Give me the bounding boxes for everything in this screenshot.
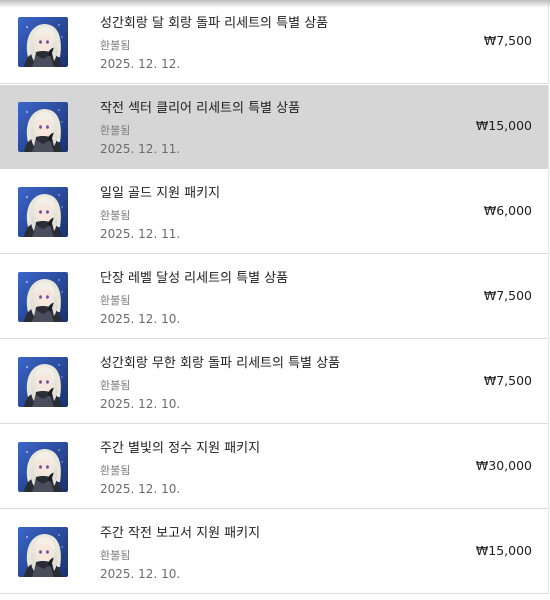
item-thumbnail [18, 102, 68, 152]
refund-status: 환불됨 [100, 39, 131, 52]
game-character-avatar-icon [18, 527, 68, 577]
refund-status: 환불됨 [100, 124, 131, 137]
purchase-date: 2025. 12. 10. [100, 567, 181, 581]
purchase-date: 2025. 12. 10. [100, 482, 181, 496]
item-price: ₩7,500 [483, 288, 532, 303]
item-thumbnail [18, 272, 68, 322]
item-title: 일일 골드 지원 패키지 [100, 186, 221, 201]
item-thumbnail [18, 17, 68, 67]
purchase-row[interactable]: 주간 별빛의 정수 지원 패키지 환불됨 2025. 12. 10. ₩30,0… [0, 425, 549, 509]
game-character-avatar-icon [18, 102, 68, 152]
top-scroll-shadow [0, 0, 550, 8]
game-character-avatar-icon [18, 17, 68, 67]
item-title: 단장 레벨 달성 리세트의 특별 상품 [100, 271, 289, 286]
purchase-row[interactable]: 성간회랑 달 회랑 돌파 리세트의 특별 상품 환불됨 2025. 12. 12… [0, 0, 549, 84]
item-title: 성간회랑 달 회랑 돌파 리세트의 특별 상품 [100, 16, 329, 31]
purchase-row[interactable]: 작전 섹터 클리어 리세트의 특별 상품 환불됨 2025. 12. 11. ₩… [0, 85, 549, 169]
purchase-row[interactable]: 일일 골드 지원 패키지 환불됨 2025. 12. 11. ₩6,000 [0, 170, 549, 254]
item-price: ₩15,000 [475, 543, 532, 558]
purchase-row[interactable]: 주간 작전 보고서 지원 패키지 환불됨 2025. 12. 10. ₩15,0… [0, 510, 549, 594]
item-price: ₩15,000 [475, 118, 532, 133]
purchase-date: 2025. 12. 11. [100, 142, 181, 156]
purchase-row[interactable]: 단장 레벨 달성 리세트의 특별 상품 환불됨 2025. 12. 10. ₩7… [0, 255, 549, 339]
item-title: 성간회랑 무한 회랑 돌파 리세트의 특별 상품 [100, 356, 341, 371]
item-title: 작전 섹터 클리어 리세트의 특별 상품 [100, 101, 301, 116]
item-price: ₩7,500 [483, 33, 532, 48]
refund-status: 환불됨 [100, 464, 131, 477]
item-title: 주간 작전 보고서 지원 패키지 [100, 526, 261, 541]
purchase-history-list: 성간회랑 달 회랑 돌파 리세트의 특별 상품 환불됨 2025. 12. 12… [0, 0, 550, 600]
purchase-date: 2025. 12. 12. [100, 57, 181, 71]
item-price: ₩30,000 [475, 458, 532, 473]
purchase-row[interactable]: 성간회랑 무한 회랑 돌파 리세트의 특별 상품 환불됨 2025. 12. 1… [0, 340, 549, 424]
refund-status: 환불됨 [100, 209, 131, 222]
refund-status: 환불됨 [100, 379, 131, 392]
item-thumbnail [18, 442, 68, 492]
item-price: ₩7,500 [483, 373, 532, 388]
purchase-date: 2025. 12. 10. [100, 397, 181, 411]
purchase-date: 2025. 12. 11. [100, 227, 181, 241]
game-character-avatar-icon [18, 187, 68, 237]
item-thumbnail [18, 357, 68, 407]
item-price: ₩6,000 [483, 203, 532, 218]
purchase-date: 2025. 12. 10. [100, 312, 181, 326]
item-thumbnail [18, 187, 68, 237]
game-character-avatar-icon [18, 272, 68, 322]
game-character-avatar-icon [18, 442, 68, 492]
item-thumbnail [18, 527, 68, 577]
refund-status: 환불됨 [100, 549, 131, 562]
game-character-avatar-icon [18, 357, 68, 407]
item-title: 주간 별빛의 정수 지원 패키지 [100, 441, 261, 456]
refund-status: 환불됨 [100, 294, 131, 307]
